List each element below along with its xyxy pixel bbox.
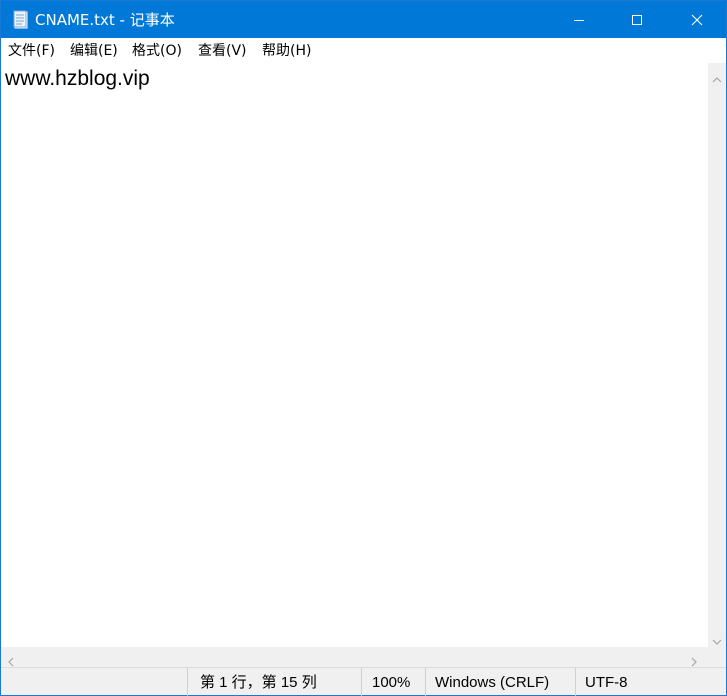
minimize-icon <box>573 14 585 26</box>
status-bar: 第 1 行，第 15 列 100% Windows (CRLF) UTF-8 <box>1 667 726 696</box>
scroll-up-icon[interactable] <box>712 69 722 88</box>
menu-view[interactable]: 查看(V) <box>198 42 247 60</box>
notepad-window: CNAME.txt - 记事本 文件(F) 编辑(E) 格式(O) 查看(V) … <box>0 0 727 696</box>
title-bar[interactable]: CNAME.txt - 记事本 <box>1 1 726 38</box>
status-encoding: UTF-8 <box>585 674 628 691</box>
status-divider <box>425 668 426 696</box>
scrollbar-corner <box>708 647 726 667</box>
menu-help[interactable]: 帮助(H) <box>262 42 311 60</box>
notepad-icon <box>12 10 30 30</box>
maximize-button[interactable] <box>608 1 666 38</box>
maximize-icon <box>631 14 643 26</box>
menu-bar: 文件(F) 编辑(E) 格式(O) 查看(V) 帮助(H) <box>1 38 726 63</box>
text-editor[interactable]: www.hzblog.vip <box>1 63 708 647</box>
vertical-scrollbar[interactable] <box>708 63 726 647</box>
status-divider <box>575 668 576 696</box>
status-cursor-position: 第 1 行，第 15 列 <box>200 674 317 691</box>
menu-file[interactable]: 文件(F) <box>8 42 55 60</box>
status-divider <box>361 668 362 696</box>
menu-edit[interactable]: 编辑(E) <box>70 42 118 60</box>
close-button[interactable] <box>668 1 726 38</box>
menu-format[interactable]: 格式(O) <box>132 42 182 60</box>
editor-text[interactable]: www.hzblog.vip <box>5 66 150 92</box>
status-divider <box>187 668 188 696</box>
status-zoom: 100% <box>372 674 411 691</box>
status-line-ending: Windows (CRLF) <box>435 674 550 691</box>
window-title: CNAME.txt - 记事本 <box>35 11 175 29</box>
minimize-button[interactable] <box>550 1 608 38</box>
horizontal-scrollbar[interactable] <box>1 647 708 667</box>
close-icon <box>691 14 703 26</box>
